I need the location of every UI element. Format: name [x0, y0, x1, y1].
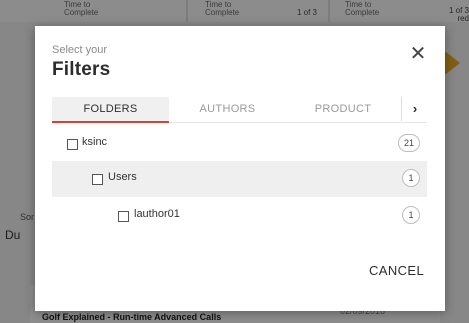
folder-name: lauthor01 [134, 208, 180, 220]
folder-row-users[interactable]: Users 1 [52, 161, 427, 197]
cancel-button[interactable]: CANCEL [369, 263, 424, 278]
folder-checkbox[interactable] [92, 174, 103, 185]
folder-count-badge: 1 [402, 206, 420, 224]
modal-subtitle: Select your [52, 44, 108, 56]
tab-authors[interactable]: AUTHORS [169, 97, 286, 123]
folder-row-lauthor01[interactable]: lauthor01 1 [52, 198, 427, 234]
filters-modal: Select your Filters ✕ FOLDERS AUTHORS PR… [35, 26, 445, 311]
folder-checkbox[interactable] [118, 211, 129, 222]
folder-checkbox[interactable] [67, 139, 78, 150]
tab-product[interactable]: PRODUCT [286, 97, 400, 123]
folder-count-badge: 21 [397, 134, 420, 152]
folder-row-ksinc[interactable]: ksinc 21 [52, 126, 427, 162]
folder-name: ksinc [82, 136, 108, 148]
tab-separator [401, 97, 402, 121]
chevron-right-icon[interactable]: › [404, 97, 426, 121]
filter-tabs: FOLDERS AUTHORS PRODUCT › [52, 97, 427, 123]
modal-title: Filters [52, 59, 111, 80]
folder-count-badge: 1 [402, 169, 420, 187]
folder-name: Users [108, 171, 137, 183]
tab-folders[interactable]: FOLDERS [52, 97, 169, 123]
close-icon[interactable]: ✕ [408, 44, 428, 64]
